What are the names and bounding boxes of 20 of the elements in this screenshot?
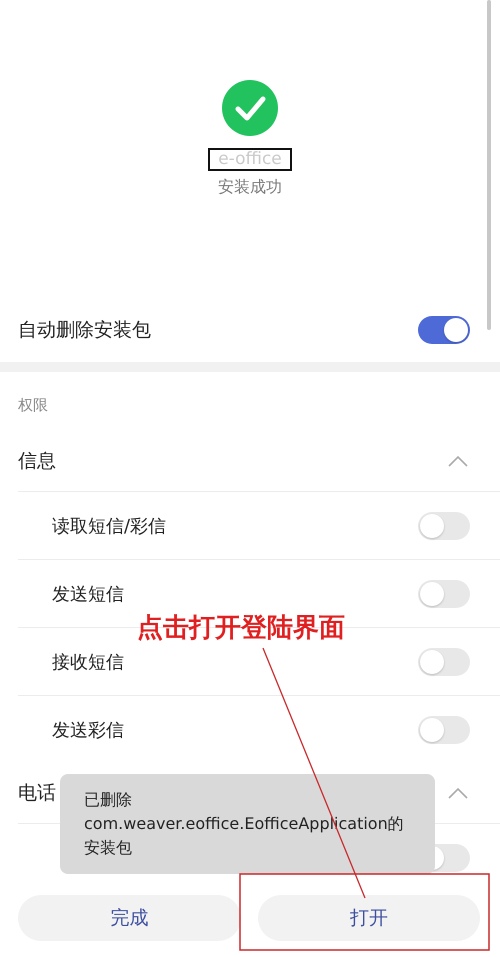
action-button[interactable]: 完成 — [18, 895, 240, 941]
permission-label: 发送彩信 — [52, 718, 124, 742]
permission-label: 读取短信/彩信 — [52, 514, 166, 538]
toggle-switch[interactable] — [418, 316, 470, 344]
permission-label: 发送短信 — [52, 582, 124, 606]
chevron-up-icon[interactable] — [448, 787, 468, 799]
permission-label: 接收短信 — [52, 650, 124, 674]
toggle-switch[interactable] — [418, 512, 470, 540]
group-label: 电话 — [18, 781, 56, 806]
toggle-switch[interactable] — [418, 716, 470, 744]
chevron-up-icon[interactable] — [448, 455, 468, 467]
toggle-switch[interactable] — [418, 580, 470, 608]
checkmark-icon — [222, 80, 278, 136]
annotation-text: 点击打开登陆界面 — [137, 612, 345, 645]
action-button[interactable]: 打开 — [258, 895, 480, 941]
setting-label: 自动删除安装包 — [18, 318, 151, 343]
install-status: 安装成功 — [218, 177, 282, 198]
section-title: 权限 — [17, 395, 49, 416]
toggle-switch[interactable] — [418, 648, 470, 676]
group-label: 信息 — [18, 449, 56, 474]
